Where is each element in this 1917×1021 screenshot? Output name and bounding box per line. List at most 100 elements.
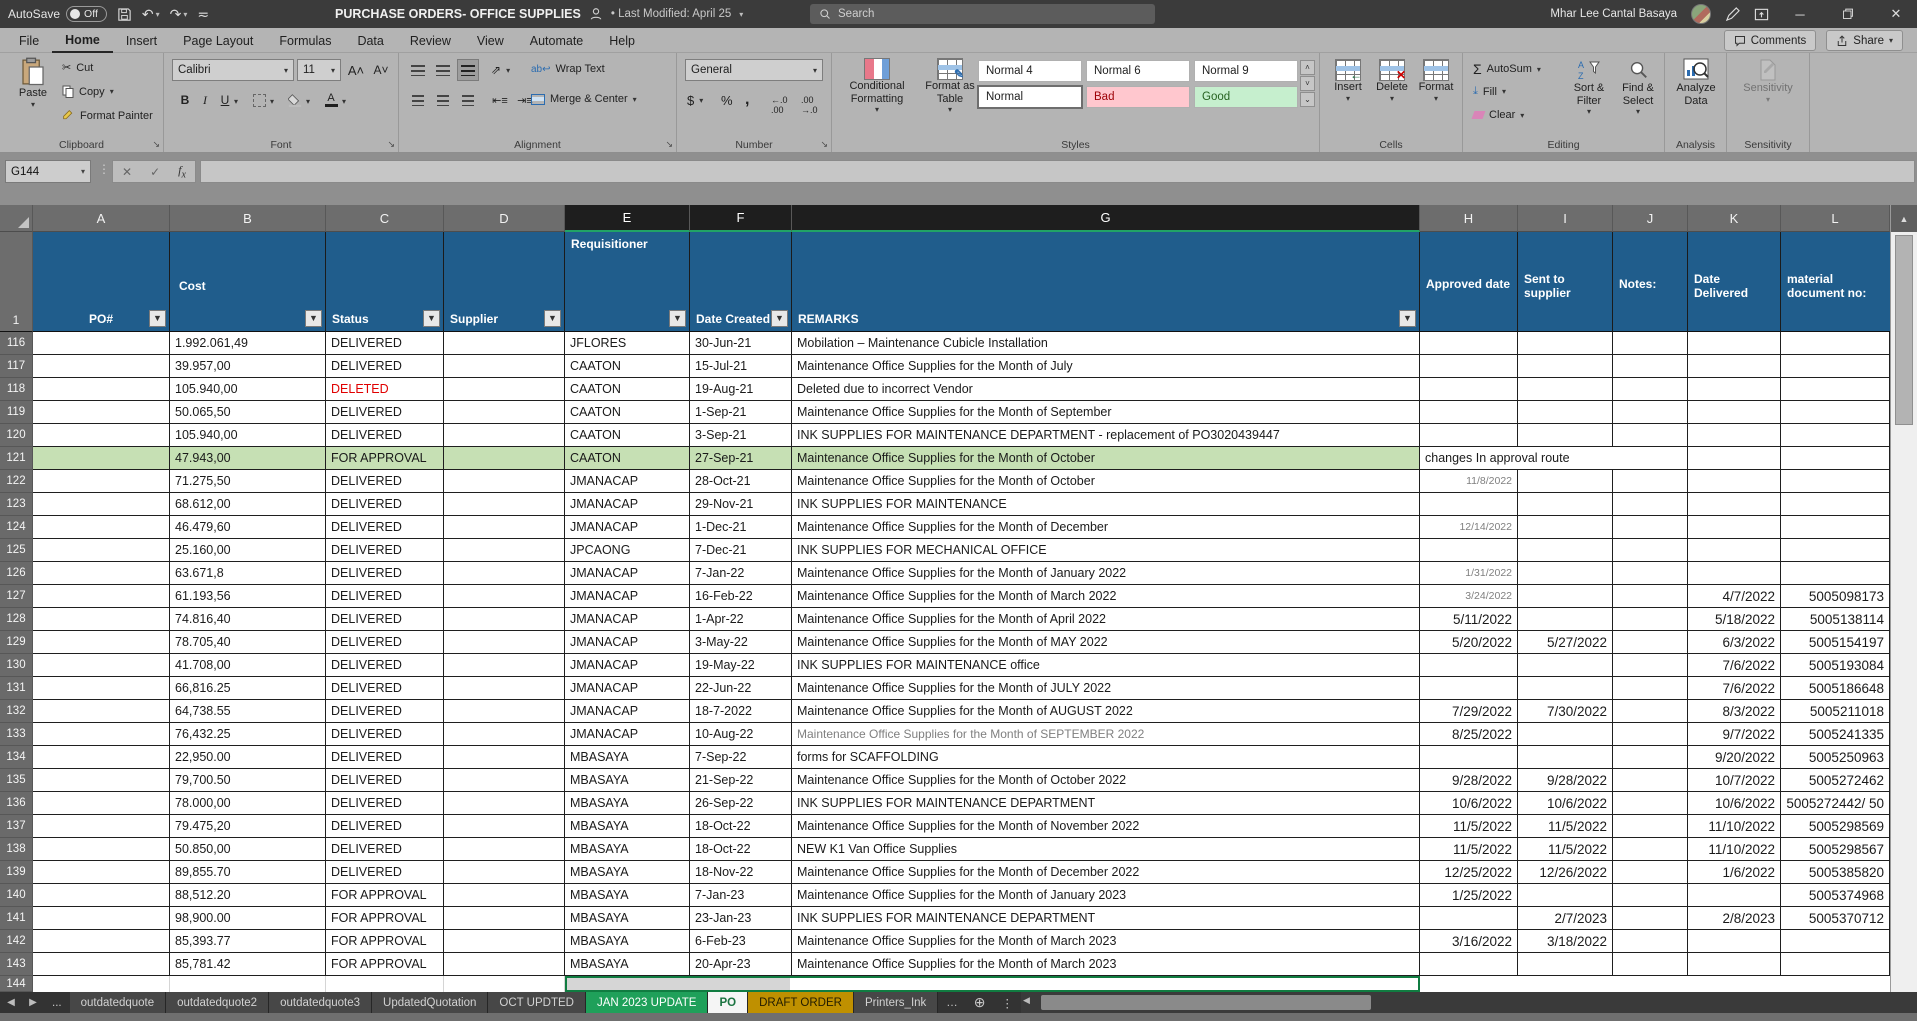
cell[interactable]: MBASAYA: [565, 930, 690, 953]
close-button[interactable]: ✕: [1879, 0, 1913, 28]
ribbon-tab-view[interactable]: View: [464, 28, 517, 53]
insert-cells-button[interactable]: ← Insert ▾: [1328, 59, 1368, 103]
cell[interactable]: 26-Sep-22: [690, 792, 792, 815]
underline-button[interactable]: U: [214, 89, 236, 111]
cell[interactable]: DELIVERED: [326, 332, 444, 355]
cell[interactable]: JMANACAP: [565, 723, 690, 746]
cell[interactable]: [33, 654, 170, 677]
cell[interactable]: [444, 401, 565, 424]
cell[interactable]: 29-Nov-21: [690, 493, 792, 516]
cell[interactable]: [1613, 654, 1688, 677]
column-header-F[interactable]: F: [690, 205, 792, 232]
header-cell-approved[interactable]: Approved date: [1420, 232, 1518, 332]
cell[interactable]: [1613, 838, 1688, 861]
cell[interactable]: 16-Feb-22: [690, 585, 792, 608]
cell[interactable]: Mobilation – Maintenance Cubicle Install…: [792, 332, 1420, 355]
cell[interactable]: Maintenance Office Supplies for the Mont…: [792, 861, 1420, 884]
cell[interactable]: [444, 815, 565, 838]
filter-icon[interactable]: ▼: [1399, 310, 1416, 327]
orientation-button[interactable]: ⇗ ▾: [491, 63, 510, 77]
cell[interactable]: 11/5/2022: [1518, 838, 1613, 861]
cell[interactable]: 7/6/2022: [1688, 654, 1781, 677]
cell[interactable]: 30-Jun-21: [690, 332, 792, 355]
cell[interactable]: [1688, 539, 1781, 562]
cell[interactable]: [1518, 884, 1613, 907]
cell[interactable]: 105.940,00: [170, 378, 326, 401]
cell[interactable]: JMANACAP: [565, 470, 690, 493]
cell[interactable]: [1518, 332, 1613, 355]
cell[interactable]: [444, 378, 565, 401]
row-header[interactable]: 141: [0, 907, 33, 930]
row-header[interactable]: 134: [0, 746, 33, 769]
cell[interactable]: Maintenance Office Supplies for the Mont…: [792, 470, 1420, 493]
cell[interactable]: [1688, 355, 1781, 378]
style-chip[interactable]: Bad: [1086, 86, 1190, 108]
filter-icon[interactable]: ▼: [305, 310, 322, 327]
header-cell-date-created[interactable]: Date Created ▼: [690, 232, 792, 332]
cell[interactable]: 1.992.061,49: [170, 332, 326, 355]
cell[interactable]: [444, 585, 565, 608]
cell[interactable]: 98,900.00: [170, 907, 326, 930]
column-header-I[interactable]: I: [1518, 205, 1613, 232]
cell[interactable]: [1781, 516, 1890, 539]
name-box-splitter[interactable]: ⋮: [98, 162, 110, 176]
align-center-button[interactable]: [432, 89, 454, 111]
cell[interactable]: [444, 792, 565, 815]
cell[interactable]: FOR APPROVAL: [326, 907, 444, 930]
cell[interactable]: [1688, 562, 1781, 585]
cell[interactable]: [1688, 332, 1781, 355]
cell[interactable]: [444, 470, 565, 493]
cell[interactable]: [1420, 953, 1518, 976]
cell[interactable]: 5005272442/ 50: [1781, 792, 1890, 815]
cell[interactable]: [1781, 562, 1890, 585]
insert-function-icon[interactable]: fx: [178, 163, 186, 180]
cell[interactable]: [1613, 930, 1688, 953]
cell[interactable]: JMANACAP: [565, 677, 690, 700]
cell[interactable]: 1-Apr-22: [690, 608, 792, 631]
font-dialog-launcher-icon[interactable]: ↘: [387, 139, 395, 150]
cell[interactable]: [1420, 677, 1518, 700]
cell[interactable]: CAATON: [565, 355, 690, 378]
row-header[interactable]: 143: [0, 953, 33, 976]
cell[interactable]: 79,700.50: [170, 769, 326, 792]
cell[interactable]: 5005193084: [1781, 654, 1890, 677]
cell[interactable]: Maintenance Office Supplies for the Mont…: [792, 585, 1420, 608]
cell[interactable]: FOR APPROVAL: [326, 884, 444, 907]
decrease-decimal-button[interactable]: .00 →.0: [801, 95, 818, 115]
align-left-button[interactable]: [407, 89, 429, 111]
cell[interactable]: [33, 953, 170, 976]
cell[interactable]: DELIVERED: [326, 355, 444, 378]
row-header[interactable]: 125: [0, 539, 33, 562]
cell[interactable]: [33, 378, 170, 401]
cell[interactable]: DELIVERED: [326, 516, 444, 539]
autosave-toggle[interactable]: AutoSave Off: [8, 6, 107, 22]
cell[interactable]: [1613, 332, 1688, 355]
cell[interactable]: changes In approval route: [1420, 447, 1688, 470]
cell[interactable]: [1518, 424, 1613, 447]
cell[interactable]: 61.193,56: [170, 585, 326, 608]
column-header-B[interactable]: B: [170, 205, 326, 232]
cell[interactable]: 5005298569: [1781, 815, 1890, 838]
row-header[interactable]: 135: [0, 769, 33, 792]
cell[interactable]: 8/25/2022: [1420, 723, 1518, 746]
row-header[interactable]: 121: [0, 447, 33, 470]
cell[interactable]: 23-Jan-23: [690, 907, 792, 930]
row-header[interactable]: 133: [0, 723, 33, 746]
cell[interactable]: [1420, 424, 1518, 447]
cell[interactable]: [1613, 792, 1688, 815]
cell[interactable]: Maintenance Office Supplies for the Mont…: [792, 608, 1420, 631]
column-header-H[interactable]: H: [1420, 205, 1518, 232]
cell[interactable]: 41.708,00: [170, 654, 326, 677]
column-header-A[interactable]: A: [33, 205, 170, 232]
cell[interactable]: [1518, 378, 1613, 401]
cell[interactable]: [1688, 930, 1781, 953]
formula-input[interactable]: [200, 160, 1915, 183]
cell[interactable]: [33, 907, 170, 930]
cell[interactable]: [1688, 884, 1781, 907]
cell[interactable]: [444, 424, 565, 447]
cell[interactable]: [33, 608, 170, 631]
redo-button[interactable]: ↷ ▾: [170, 6, 188, 23]
cell[interactable]: 47.943,00: [170, 447, 326, 470]
cell[interactable]: 5005374968: [1781, 884, 1890, 907]
cell[interactable]: DELIVERED: [326, 792, 444, 815]
